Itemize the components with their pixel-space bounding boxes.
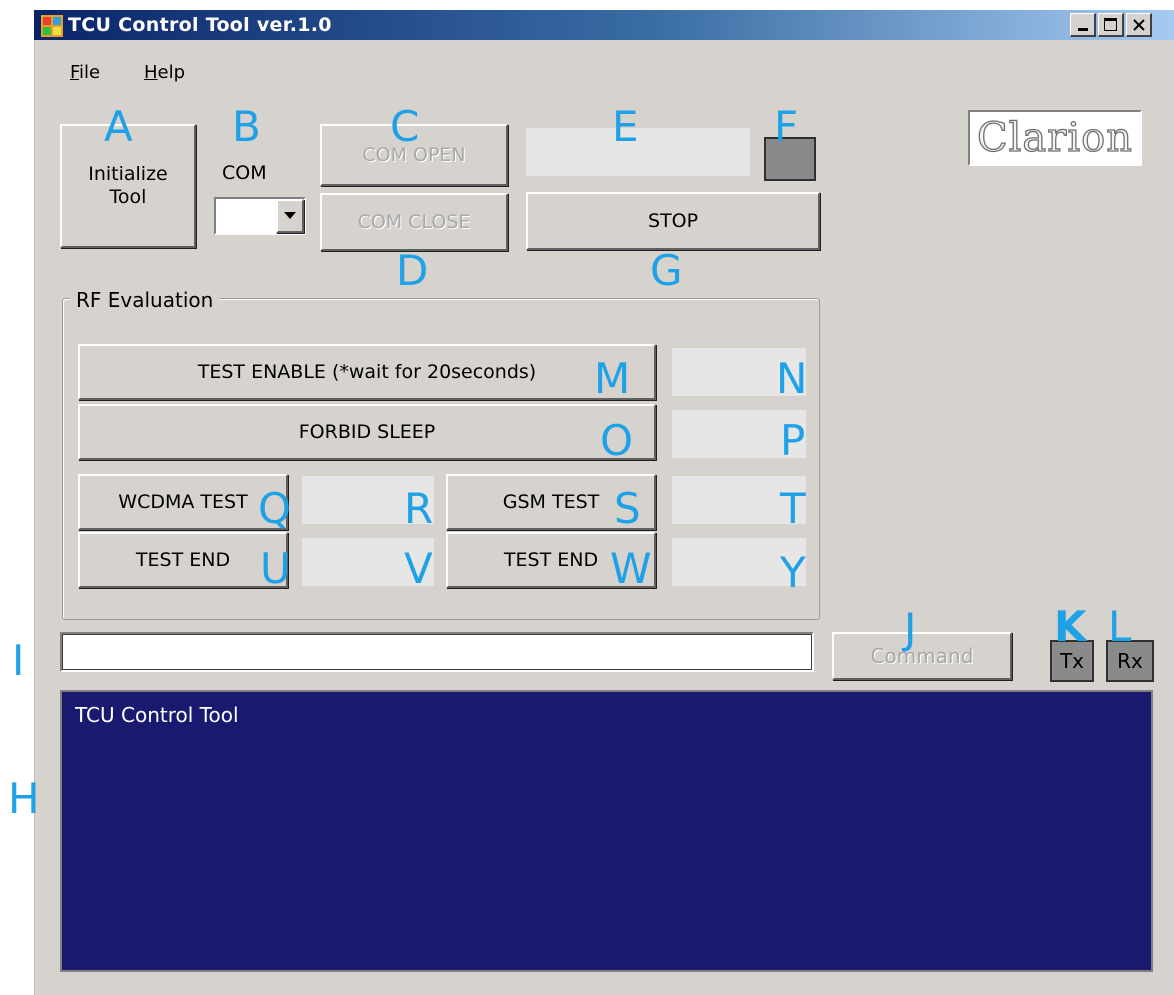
test-enable-button[interactable]: TEST ENABLE (*wait for 20seconds) <box>78 344 656 400</box>
logo-text: Clarion <box>976 114 1133 161</box>
menu-help[interactable]: Help <box>144 62 185 83</box>
annotation-n: N <box>776 354 808 403</box>
app-icon <box>41 15 63 37</box>
annotation-s: S <box>614 484 641 533</box>
annotation-l: L <box>1108 602 1132 651</box>
annotation-e: E <box>612 102 639 151</box>
annotation-u: U <box>260 544 291 593</box>
forbid-sleep-button[interactable]: FORBID SLEEP <box>78 404 656 460</box>
annotation-b: B <box>232 102 261 151</box>
initialize-label-line2: Tool <box>109 186 147 208</box>
minimize-button[interactable] <box>1070 13 1096 37</box>
annotation-r: R <box>404 484 434 533</box>
annotation-d: D <box>396 246 429 295</box>
maximize-icon <box>1104 18 1117 31</box>
window-title: TCU Control Tool ver.1.0 <box>68 14 332 36</box>
annotation-v: V <box>404 544 433 593</box>
annotation-f: F <box>774 102 799 151</box>
com-dropdown-button[interactable] <box>276 199 304 233</box>
minimize-icon <box>1077 28 1088 31</box>
close-button[interactable] <box>1126 13 1152 37</box>
annotation-o: O <box>600 416 634 465</box>
menu-file-mnemonic: F <box>70 62 80 83</box>
com-label: COM <box>222 162 267 184</box>
annotation-m: M <box>594 354 631 403</box>
annotation-q: Q <box>258 484 292 533</box>
annotation-j: J <box>904 604 917 653</box>
console-log-area[interactable] <box>60 690 1153 972</box>
menu-help-label: elp <box>157 62 186 83</box>
maximize-button[interactable] <box>1098 13 1124 37</box>
command-button[interactable]: Command <box>832 632 1012 680</box>
console-text: TCU Control Tool <box>75 703 239 727</box>
menu-bar <box>34 58 1174 92</box>
close-icon <box>1132 18 1145 31</box>
annotation-c: C <box>390 102 420 151</box>
annotation-y: Y <box>780 548 806 597</box>
annotation-k: K <box>1054 602 1087 651</box>
rf-evaluation-legend: RF Evaluation <box>70 288 220 312</box>
annotation-w: W <box>610 544 652 593</box>
annotation-g: G <box>650 246 683 295</box>
annotation-h: H <box>8 774 40 823</box>
annotation-t: T <box>780 484 806 533</box>
wcdma-test-end-button[interactable]: TEST END <box>78 532 288 588</box>
annotation-i: I <box>12 636 25 685</box>
clarion-logo: Clarion <box>968 110 1142 166</box>
command-input[interactable] <box>60 632 814 672</box>
chevron-down-icon <box>284 212 296 219</box>
annotation-a: A <box>104 102 133 151</box>
menu-help-mnemonic: H <box>144 62 158 83</box>
annotation-p: P <box>780 416 806 465</box>
wcdma-test-button[interactable]: WCDMA TEST <box>78 474 288 530</box>
stop-button[interactable]: STOP <box>526 192 820 250</box>
initialize-label-line1: Initialize <box>88 163 168 186</box>
com-close-button[interactable]: COM CLOSE <box>320 193 508 251</box>
menu-file-label: ile <box>79 62 101 83</box>
menu-file[interactable]: File <box>70 62 100 83</box>
